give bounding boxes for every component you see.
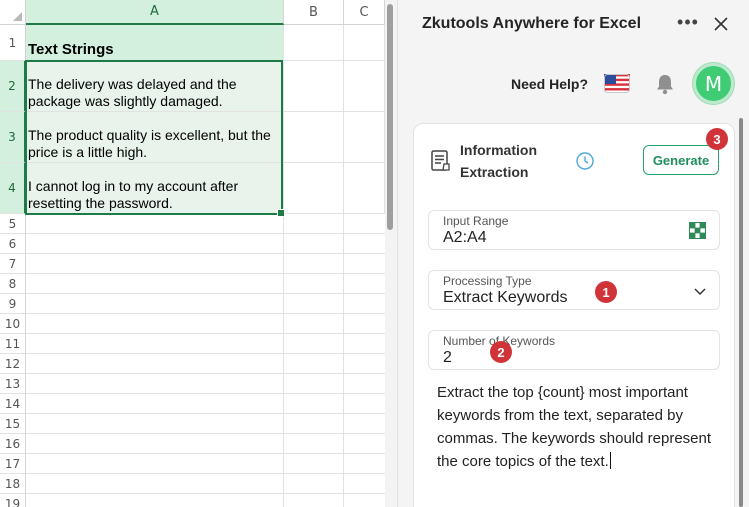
row-header[interactable]: 11 <box>0 334 26 354</box>
spreadsheet: A B C 1 2 3 4 5 6 7 8 9 10 11 12 13 14 1… <box>0 0 397 507</box>
input-range-label: Input Range <box>443 214 509 228</box>
clock-icon[interactable] <box>575 151 595 171</box>
step-badge-3: 3 <box>706 128 728 150</box>
scrollbar-thumb[interactable] <box>387 4 393 230</box>
need-help-link[interactable]: Need Help? <box>511 76 588 92</box>
cell-a1[interactable]: Text Strings <box>26 25 284 61</box>
user-avatar[interactable]: M <box>693 63 734 104</box>
cell-a3[interactable]: The product quality is excellent, but th… <box>26 112 284 163</box>
row-header[interactable]: 18 <box>0 474 26 494</box>
panel-scrollbar-thumb[interactable] <box>739 118 743 507</box>
row-header[interactable]: 10 <box>0 314 26 334</box>
grid-select-icon[interactable] <box>689 222 706 239</box>
cell-b3[interactable] <box>284 112 344 163</box>
row-header[interactable]: 7 <box>0 254 26 274</box>
chevron-down-icon[interactable] <box>693 284 707 298</box>
row-header[interactable]: 9 <box>0 294 26 314</box>
cell-b2[interactable] <box>284 61 344 112</box>
row-header[interactable]: 14 <box>0 394 26 414</box>
number-of-keywords-field[interactable]: Number of Keywords 2 <box>428 330 720 370</box>
processing-type-label: Processing Type <box>443 274 532 288</box>
row-header[interactable]: 6 <box>0 234 26 254</box>
more-icon[interactable]: ••• <box>677 13 699 35</box>
cell-c1[interactable] <box>344 25 385 61</box>
close-icon[interactable] <box>710 13 732 35</box>
number-of-keywords-value[interactable]: 2 <box>443 349 452 367</box>
row-header[interactable]: 17 <box>0 454 26 474</box>
processing-type-select[interactable]: Processing Type Extract Keywords <box>428 270 720 310</box>
row-header[interactable]: 15 <box>0 414 26 434</box>
processing-type-value[interactable]: Extract Keywords <box>443 289 567 307</box>
column-header-c[interactable]: C <box>344 0 385 25</box>
text-caret <box>609 452 611 469</box>
app-window: A B C 1 2 3 4 5 6 7 8 9 10 11 12 13 14 1… <box>0 0 749 507</box>
addin-panel: Zkutools Anywhere for Excel ••• Need Hel… <box>397 0 749 507</box>
cell-a4[interactable]: I cannot log in to my account after rese… <box>26 163 284 214</box>
information-extraction-card: Information Extraction Generate 3 Input … <box>413 123 735 507</box>
row-header[interactable]: 5 <box>0 214 26 234</box>
row-header[interactable]: 13 <box>0 374 26 394</box>
row-header[interactable]: 3 <box>0 112 26 163</box>
row-header[interactable]: 8 <box>0 274 26 294</box>
cell-c4[interactable] <box>344 163 385 214</box>
step-badge-1: 1 <box>595 281 617 303</box>
row-header[interactable]: 4 <box>0 163 26 214</box>
sheet-vertical-scrollbar[interactable] <box>385 0 397 507</box>
cell-c2[interactable] <box>344 61 385 112</box>
panel-scrollbar[interactable] <box>739 118 744 507</box>
row-header[interactable]: 16 <box>0 434 26 454</box>
prompt-textarea[interactable]: Extract the top {count} most important k… <box>437 381 722 473</box>
input-range-value[interactable]: A2:A4 <box>443 229 487 247</box>
cell-b1[interactable] <box>284 25 344 61</box>
empty-cell-grid[interactable] <box>26 214 385 507</box>
cell-b4[interactable] <box>284 163 344 214</box>
generate-button[interactable]: Generate <box>643 145 719 175</box>
bell-icon[interactable] <box>654 72 676 96</box>
row-header[interactable]: 12 <box>0 354 26 374</box>
cell-a2[interactable]: The delivery was delayed and the package… <box>26 61 284 112</box>
column-header-a[interactable]: A <box>26 0 284 25</box>
prompt-text[interactable]: Extract the top {count} most important k… <box>437 384 711 470</box>
cell-c3[interactable] <box>344 112 385 163</box>
document-icon <box>430 149 452 173</box>
row-header[interactable]: 19 <box>0 494 26 507</box>
select-all-corner[interactable] <box>0 0 26 25</box>
card-title: Information Extraction <box>460 142 537 180</box>
input-range-field[interactable]: Input Range A2:A4 <box>428 210 720 250</box>
us-flag-icon[interactable] <box>604 74 630 93</box>
panel-title: Zkutools Anywhere for Excel <box>422 15 642 32</box>
row-header[interactable]: 2 <box>0 61 26 112</box>
step-badge-2: 2 <box>490 341 512 363</box>
row-header[interactable]: 1 <box>0 25 26 61</box>
column-header-b[interactable]: B <box>284 0 344 25</box>
